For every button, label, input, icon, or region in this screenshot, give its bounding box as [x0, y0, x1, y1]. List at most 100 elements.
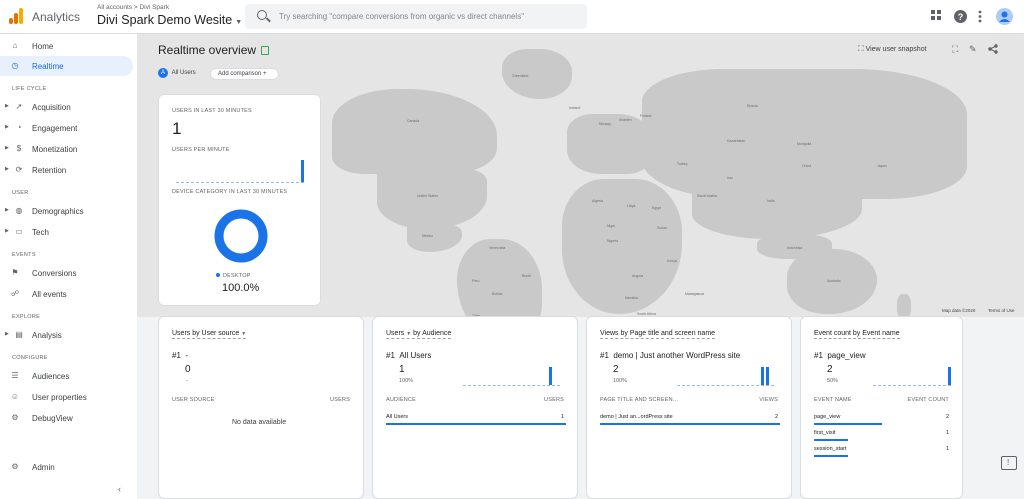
product-name: Analytics [32, 10, 81, 24]
device-legend-label: DESKTOP [223, 273, 251, 279]
add-comparison-button[interactable]: Add comparison + [210, 68, 279, 80]
nav-analysis[interactable]: ▶ ▤ Analysis [0, 325, 133, 345]
card-title[interactable]: Event count by Event name [814, 330, 900, 339]
expand-icon: ▶ [5, 145, 9, 151]
top-rank: #1 page_view [814, 351, 866, 360]
view-user-snapshot-button[interactable]: ⛶ View user snapshot [858, 44, 927, 54]
collapse-sidebar-icon[interactable]: ‹ [118, 484, 121, 494]
nav-conversions[interactable]: ⚑ Conversions [0, 263, 133, 283]
more-vert-icon[interactable] [978, 10, 982, 25]
spark-bar [761, 367, 764, 385]
map-country-label: Egypt [652, 206, 661, 210]
chip-label: All Users [171, 70, 196, 76]
table-row-label[interactable]: first_visit [814, 430, 835, 436]
table-row-label[interactable]: All Users [386, 414, 408, 420]
card-title-dropdown[interactable]: Users by User source ▼ [172, 330, 247, 339]
nav-acquisition[interactable]: ▶ ➚ Acquisition [0, 97, 133, 117]
device-category-caption: DEVICE CATEGORY IN LAST 30 MINUTES [172, 189, 288, 195]
map-country-label: Turkey [677, 162, 688, 166]
card-title-dropdown[interactable]: Users ▼ by Audience [386, 330, 452, 339]
expand-icon: ▶ [5, 124, 9, 130]
comparison-chip-all-users[interactable]: A All Users [158, 68, 204, 80]
table-row-label[interactable]: page_view [814, 414, 840, 420]
top-percentage: - [186, 378, 188, 384]
map-country-label: Bolivia [492, 292, 503, 296]
nav-label: Monetization [32, 145, 78, 154]
column-header-users: USERS [330, 397, 350, 403]
left-navigation: ⌂ Home ◷ Realtime LIFE CYCLE ▶ ➚ Acquisition… [0, 34, 137, 499]
users-last-30-caption: USERS IN LAST 30 MINUTES [172, 108, 252, 114]
help-icon[interactable]: ? [954, 10, 967, 25]
property-name: Divi Spark Demo Wesite [97, 13, 233, 27]
map-country-label: Nigeria [607, 239, 619, 243]
audiences-icon: ☰ [11, 371, 19, 380]
table-row-label[interactable]: session_start [814, 446, 846, 452]
top-percentage: 100% [613, 378, 628, 384]
account-icon[interactable] [996, 8, 1013, 27]
section-header: CONFIGURE [12, 355, 48, 361]
card-title: Users by User source [172, 330, 240, 337]
land-usa [377, 169, 487, 229]
map-country-label: China [802, 164, 812, 168]
map-terms-link[interactable]: Terms of Use [988, 308, 1015, 313]
nav-all-events[interactable]: ☍ All events [0, 284, 133, 304]
nav-engagement[interactable]: ▶ ◔ Engagement [0, 118, 133, 138]
search-input[interactable]: Try searching "compare conversions from … [245, 4, 587, 29]
column-header-source: USER SOURCE [172, 397, 215, 403]
spark-bar [766, 367, 769, 385]
share-icon[interactable] [988, 44, 998, 56]
section-header: EXPLORE [12, 314, 41, 320]
map-country-label: Namibia [625, 296, 638, 300]
nav-retention[interactable]: ▶ ⟳ Retention [0, 160, 133, 180]
nav-demographics[interactable]: ▶ ◍ Demographics [0, 201, 133, 221]
top-percentage: 100% [399, 378, 414, 384]
map-country-label: Saudi Arabia [697, 194, 717, 198]
edit-report-icon[interactable]: ✎ [969, 44, 977, 55]
nav-realtime[interactable]: ◷ Realtime [0, 56, 133, 76]
nav-monetization[interactable]: ▶ $ Monetization [0, 139, 133, 159]
top-value: 0 [185, 364, 191, 375]
map-country-label: United States [417, 194, 439, 198]
nav-home[interactable]: ⌂ Home [0, 36, 133, 56]
nav-label: Analysis [32, 331, 62, 340]
property-selector[interactable]: Divi Spark Demo Wesite ▼ [97, 13, 242, 27]
fullscreen-icon[interactable]: ⛶ [952, 44, 958, 55]
nav-debugview[interactable]: ⚙ DebugView [0, 408, 133, 428]
chevron-down-icon: ▼ [235, 19, 243, 26]
row-bar [814, 455, 848, 457]
nav-tech[interactable]: ▶ ▭ Tech [0, 222, 133, 242]
snapshot-icon: ⛶ [858, 44, 864, 53]
nav-label: Audiences [32, 372, 70, 381]
nav-admin[interactable]: ⚙ Admin [0, 457, 133, 477]
nav-audiences[interactable]: ☰ Audiences [0, 366, 133, 386]
trend-sparkline [463, 366, 560, 386]
expand-icon: ▶ [5, 228, 9, 234]
map-country-label: Mexico [422, 234, 434, 238]
table-row-label[interactable]: demo | Just an...ordPress site [600, 414, 673, 420]
map-country-label: Canada [407, 119, 420, 123]
events-icon: ☍ [10, 289, 20, 298]
expand-icon: ▶ [5, 207, 9, 213]
expand-icon: ▶ [5, 331, 9, 337]
chip-avatar: A [158, 68, 168, 78]
map-country-label: Sweden [619, 118, 632, 122]
map-country-label: Norway [599, 122, 611, 126]
land-asia [642, 69, 967, 199]
feedback-icon[interactable]: ! [1001, 456, 1017, 470]
card-title[interactable]: Views by Page title and screen name [600, 330, 716, 339]
map-country-label: Russia [747, 104, 758, 108]
breadcrumb[interactable]: All accounts > Divi Spark [97, 4, 169, 11]
apps-icon[interactable] [931, 10, 942, 23]
map-country-label: Finland [640, 114, 652, 118]
table-row-value: 2 [774, 414, 778, 420]
nav-user-properties[interactable]: ☺ User properties [0, 387, 133, 407]
chevron-down-icon: ▼ [406, 331, 412, 337]
column-header-audience: AUDIENCE [386, 397, 417, 403]
analytics-logo-icon[interactable] [9, 8, 23, 24]
top-percentage: 50% [827, 378, 839, 384]
map-country-label: Venezuela [489, 246, 506, 250]
report-doc-icon[interactable] [261, 46, 270, 55]
acquisition-icon: ➚ [15, 102, 23, 111]
trend-sparkline [677, 366, 774, 386]
snapshot-label: View user snapshot [865, 46, 927, 53]
